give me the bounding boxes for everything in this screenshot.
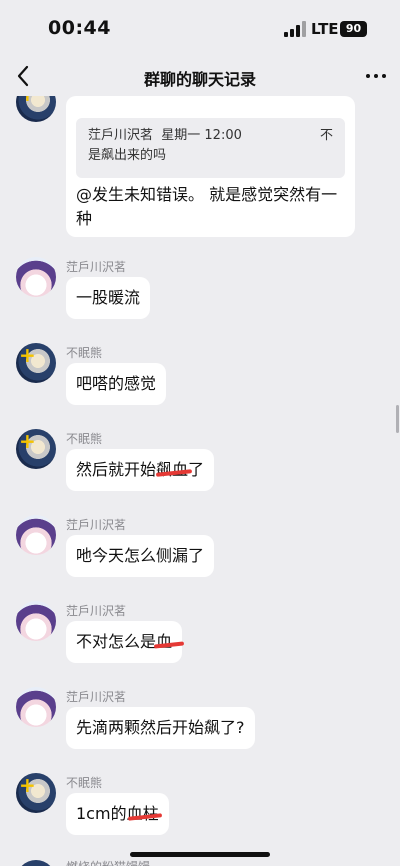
message-bubble[interactable]: 先滴两颗然后开始飙了?	[66, 707, 255, 749]
avatar[interactable]	[16, 257, 56, 297]
message-text: @发生未知错误。 就是感觉突然有一种	[76, 185, 338, 228]
message-bubble[interactable]: 吧嗒的感觉	[66, 363, 167, 405]
sender-name: 不眠熊	[66, 432, 103, 446]
quote-text: 是飙出来的吗	[88, 148, 167, 163]
chat-message: 茳戶川沢茗 先滴两颗然后开始飙了?	[0, 687, 400, 757]
chat-message: 茳戶川沢茗 一股暖流	[0, 257, 400, 327]
quote-time: 星期一 12:00	[161, 128, 242, 143]
network-type: LTE	[311, 20, 339, 38]
sender-name: 茳戶川沢茗	[66, 518, 127, 532]
scrollbar[interactable]	[396, 405, 399, 433]
signal-icon	[284, 21, 306, 37]
message-bubble[interactable]: 不对怎么是血	[66, 621, 185, 663]
quote-extra: 不	[319, 128, 333, 143]
message-text: 1cm的血柱	[76, 804, 159, 823]
chat-message: 茳戶川沢茗 星期一 12:00 不 是飙出来的吗 @发生未知错误。 就是感觉突然…	[0, 96, 400, 241]
status-bar: 00:44 LTE 90	[0, 0, 400, 58]
message-text: 一股暖流	[76, 288, 141, 307]
more-options-icon[interactable]	[366, 74, 386, 80]
avatar[interactable]	[16, 773, 56, 813]
message-bubble[interactable]: 一股暖流	[66, 277, 151, 319]
sender-name: 不眠熊	[66, 776, 103, 790]
message-text: 吔今天怎么侧漏了	[76, 546, 205, 565]
sender-name: 茳戶川沢茗	[66, 690, 127, 704]
sender-name: 不眠熊	[66, 346, 103, 360]
message-bubble[interactable]: 1cm的血柱	[66, 793, 169, 835]
avatar[interactable]	[16, 601, 56, 641]
home-indicator[interactable]	[130, 852, 270, 857]
chat-message: 茳戶川沢茗 不对怎么是血	[0, 601, 400, 671]
status-time: 00:44	[48, 17, 111, 39]
avatar[interactable]	[16, 96, 56, 122]
avatar[interactable]	[16, 687, 56, 727]
quote-author: 茳戶川沢茗	[88, 128, 154, 143]
chat-message: 茳戶川沢茗 吔今天怎么侧漏了	[0, 515, 400, 585]
chat-message: 不眠熊 1cm的血柱	[0, 773, 400, 843]
chat-message: 不眠熊 然后就开始飙血了	[0, 429, 400, 499]
quoted-message[interactable]: 茳戶川沢茗 星期一 12:00 不 是飙出来的吗	[76, 118, 345, 178]
message-bubble[interactable]: 吔今天怎么侧漏了	[66, 535, 215, 577]
sender-name: 茳戶川沢茗	[66, 604, 127, 618]
chat-history[interactable]: 茳戶川沢茗 星期一 12:00 不 是飙出来的吗 @发生未知错误。 就是感觉突然…	[0, 96, 400, 866]
message-text: 先滴两颗然后开始飙了?	[76, 718, 245, 737]
avatar[interactable]	[16, 515, 56, 555]
chat-message: 燃烧的粉猫馒馒	[0, 856, 400, 866]
battery-icon: 90	[340, 21, 367, 37]
avatar[interactable]	[16, 860, 56, 866]
sender-name: 燃烧的粉猫馒馒	[66, 858, 150, 866]
chat-message: 不眠熊 吧嗒的感觉	[0, 343, 400, 413]
message-bubble[interactable]: 然后就开始飙血了	[66, 449, 215, 491]
page-title: 群聊的聊天记录	[143, 70, 256, 89]
sender-name: 茳戶川沢茗	[66, 260, 127, 274]
nav-bar: 群聊的聊天记录	[0, 58, 400, 96]
message-text: 吧嗒的感觉	[76, 374, 157, 393]
avatar[interactable]	[16, 343, 56, 383]
avatar[interactable]	[16, 429, 56, 469]
message-bubble[interactable]: 茳戶川沢茗 星期一 12:00 不 是飙出来的吗 @发生未知错误。 就是感觉突然…	[66, 96, 355, 237]
